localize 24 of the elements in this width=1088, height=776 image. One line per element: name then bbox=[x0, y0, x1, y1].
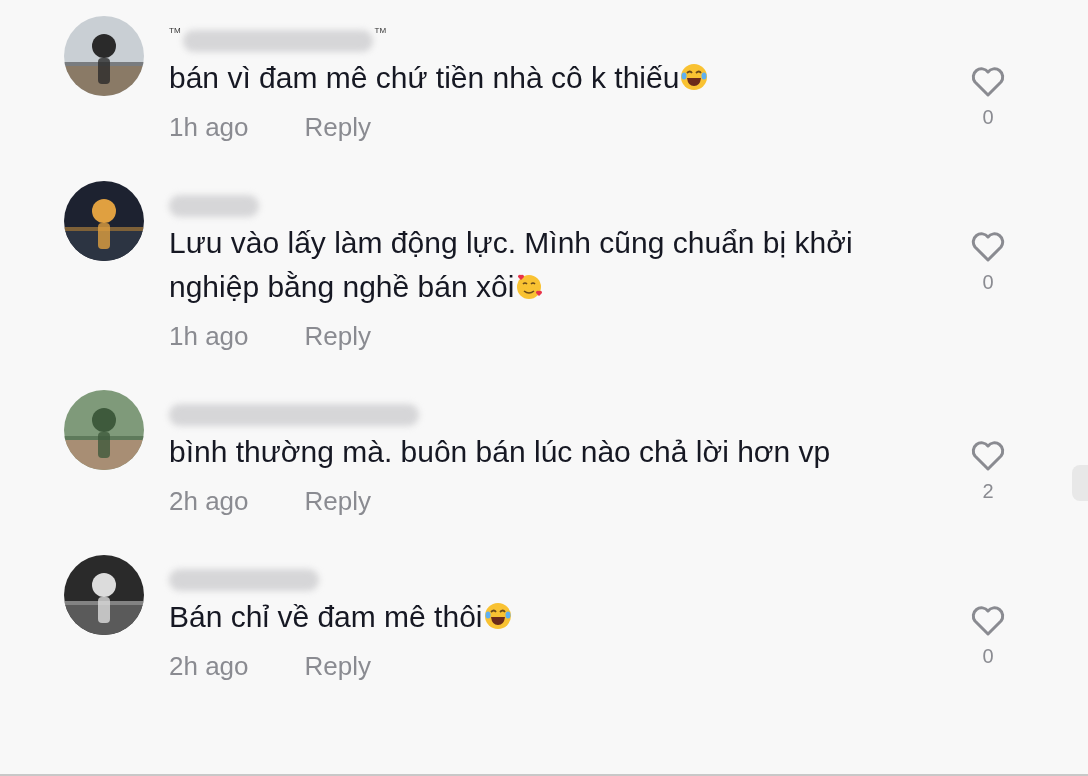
like-count: 0 bbox=[982, 645, 994, 668]
laughing-emoji-icon bbox=[679, 62, 710, 92]
reply-link[interactable]: Reply bbox=[304, 321, 371, 352]
heart-icon[interactable] bbox=[970, 440, 1006, 472]
reply-link[interactable]: Reply bbox=[304, 651, 371, 682]
like-count: 0 bbox=[982, 271, 994, 294]
comment-text: Lưu vào lấy làm động lực. Mình cũng chuẩn bị khởi nghiệp bằng nghề bán xôi bbox=[169, 225, 854, 305]
reply-link[interactable]: Reply bbox=[304, 112, 371, 143]
laughing-emoji-icon bbox=[482, 601, 513, 631]
like-count: 2 bbox=[982, 480, 994, 503]
reply-link[interactable]: Reply bbox=[304, 486, 371, 517]
comment-time: 2h ago bbox=[169, 651, 249, 682]
trademark-text: TM bbox=[169, 26, 181, 35]
comment-text: bình thường mà. buôn bán lúc nào chả lời hơn vp bbox=[169, 434, 832, 470]
comment-time: 1h ago bbox=[169, 112, 249, 143]
comment-time: 1h ago bbox=[169, 321, 249, 352]
like-count: 0 bbox=[982, 106, 994, 129]
comment-text: Bán chỉ về đam mê thôi bbox=[169, 595, 914, 639]
heart-icon[interactable] bbox=[970, 66, 1006, 98]
heart-icon[interactable] bbox=[970, 605, 1006, 637]
trademark-text: TM bbox=[374, 26, 387, 35]
comment-text: bán vì đam mê chứ tiền nhà cô k thiếu bbox=[169, 56, 914, 100]
comment-time: 2h ago bbox=[169, 486, 249, 517]
heart-icon[interactable] bbox=[970, 231, 1006, 263]
